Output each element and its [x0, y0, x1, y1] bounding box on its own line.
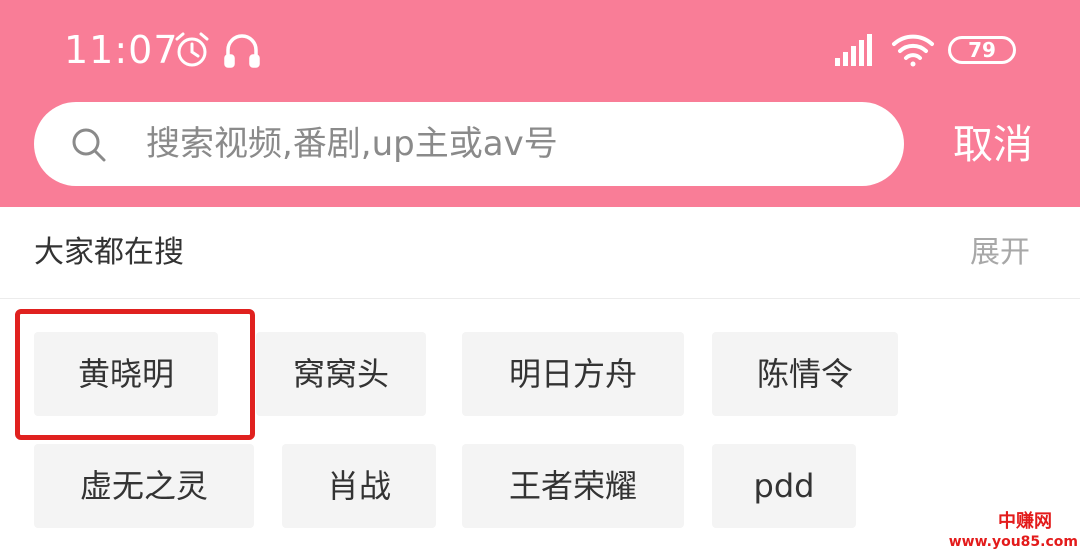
hot-search-tag[interactable]: pdd — [712, 444, 856, 528]
hot-search-tag[interactable]: 黄晓明 — [34, 332, 218, 416]
header: 11:07 79 搜索视频,番剧,up主或av号 取消 — [0, 0, 1080, 207]
battery-icon: 79 — [948, 36, 1016, 64]
status-time: 11:07 — [64, 28, 179, 72]
watermark: 中赚网 www.you85.com — [949, 510, 1080, 552]
watermark-logo: 中赚网 — [998, 511, 1052, 532]
wifi-icon — [892, 34, 934, 67]
hot-search-tag[interactable]: 肖战 — [282, 444, 436, 528]
hot-search-header: 大家都在搜 展开 — [0, 207, 1080, 299]
hot-search-tag[interactable]: 窝窝头 — [256, 332, 426, 416]
hot-search-title: 大家都在搜 — [34, 235, 184, 270]
hot-search-tag[interactable]: 虚无之灵 — [34, 444, 254, 528]
headset-icon — [224, 34, 260, 68]
hot-search-tag[interactable]: 明日方舟 — [462, 332, 684, 416]
expand-button[interactable]: 展开 — [970, 231, 1030, 275]
watermark-url: www.you85.com — [948, 534, 1078, 550]
battery-level: 79 — [968, 38, 996, 62]
status-bar: 11:07 79 — [0, 0, 1080, 100]
cancel-button[interactable]: 取消 — [946, 118, 1040, 172]
search-box[interactable] — [34, 102, 904, 186]
search-input[interactable] — [146, 114, 866, 174]
hot-search-tag[interactable]: 陈情令 — [712, 332, 898, 416]
signal-icon — [835, 34, 872, 66]
search-icon — [72, 128, 106, 162]
hot-search-tag[interactable]: 王者荣耀 — [462, 444, 684, 528]
alarm-icon — [175, 32, 209, 67]
